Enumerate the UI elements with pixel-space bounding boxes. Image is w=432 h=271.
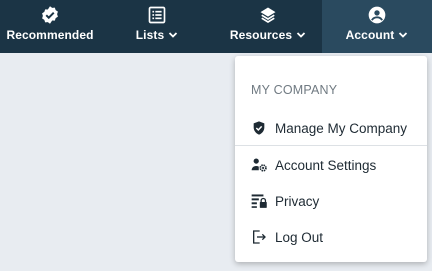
nav-recommended[interactable]: Recommended — [0, 0, 100, 53]
chevron-down-icon — [399, 32, 408, 38]
menu-item-label: Account Settings — [275, 157, 377, 173]
verified-badge-icon — [39, 4, 61, 26]
layers-icon — [257, 4, 279, 26]
privacy-lock-icon — [250, 192, 268, 210]
nav-account[interactable]: Account — [322, 0, 432, 53]
menu-item-privacy[interactable]: Privacy — [235, 187, 427, 215]
top-navbar: Recommended Lists Resources Account — [0, 0, 432, 53]
menu-item-log-out[interactable]: Log Out — [235, 223, 427, 251]
nav-resources[interactable]: Resources — [214, 0, 322, 53]
menu-item-manage-my-company[interactable]: Manage My Company — [235, 114, 427, 142]
chevron-down-icon — [169, 32, 178, 38]
chevron-down-icon — [296, 32, 306, 38]
menu-item-account-settings[interactable]: Account Settings — [235, 151, 427, 179]
menu-item-label: Log Out — [275, 229, 324, 245]
nav-lists[interactable]: Lists — [100, 0, 214, 53]
nav-lists-label: Lists — [135, 28, 165, 42]
section-header-my-company: MY COMPANY — [251, 83, 338, 97]
user-settings-icon — [250, 156, 268, 174]
account-circle-icon — [366, 4, 388, 26]
list-icon — [146, 4, 168, 26]
menu-item-label: Manage My Company — [275, 120, 408, 136]
account-dropdown-menu: MY COMPANY Manage My Company Account Set… — [235, 56, 427, 262]
nav-account-label: Account — [345, 28, 395, 42]
nav-resources-label: Resources — [229, 28, 293, 42]
nav-recommended-label: Recommended — [6, 28, 94, 42]
logout-icon — [250, 228, 268, 246]
menu-divider — [235, 145, 427, 146]
shield-check-icon — [250, 119, 268, 137]
menu-item-label: Privacy — [275, 193, 320, 209]
